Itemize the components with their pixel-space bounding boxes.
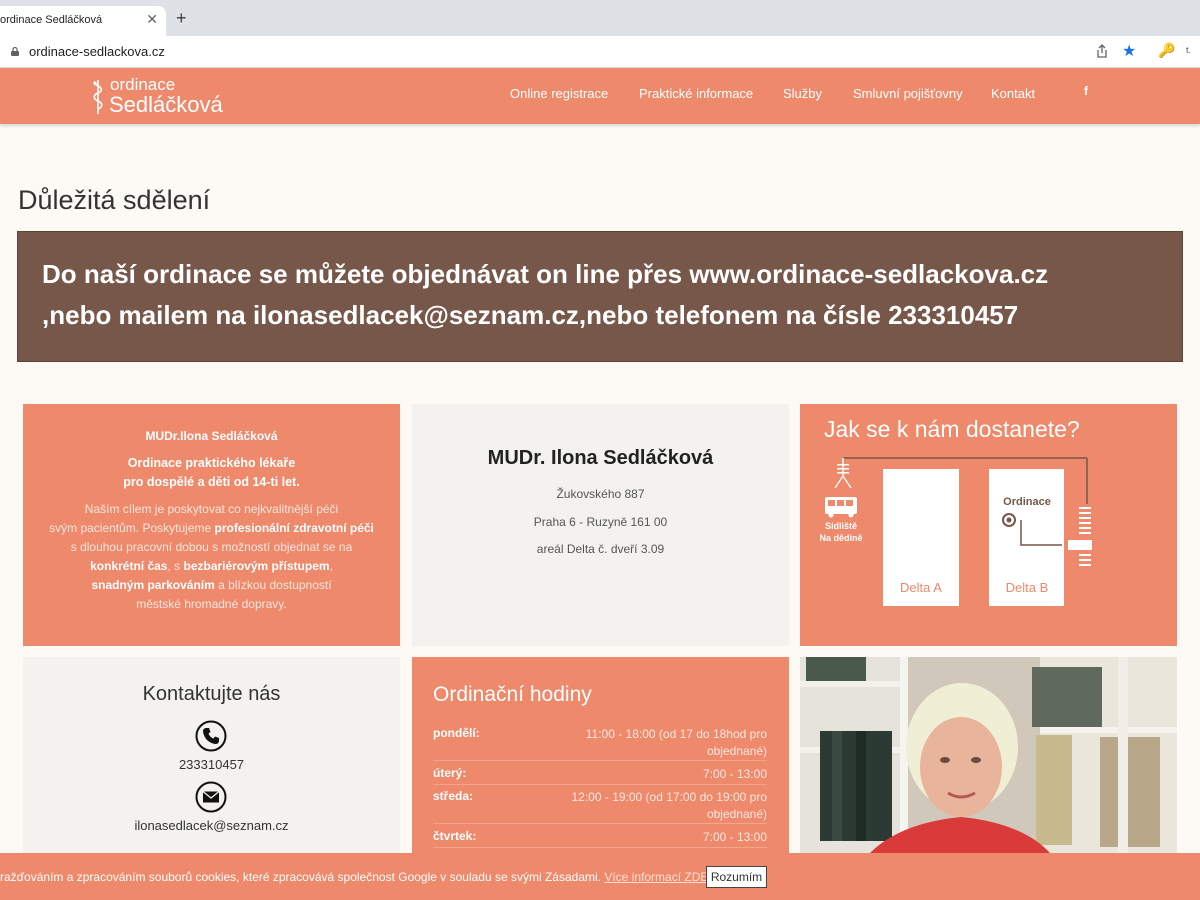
opening-hours-title: Ordinační hodiny	[433, 683, 592, 706]
facebook-icon[interactable]: f	[1084, 84, 1088, 98]
cookie-text: ražďováním a zpracováním souborů cookies…	[0, 870, 712, 884]
bookmark-star-icon[interactable]: ★	[1122, 41, 1136, 61]
nav-online-registrace[interactable]: Online registrace	[510, 86, 608, 101]
building-delta-a-label: Delta A	[900, 580, 942, 595]
address-name: MUDr. Ilona Sedláčková	[487, 447, 714, 469]
hours-row: úterý: 7:00 - 13:00	[433, 766, 767, 785]
nav-sluzby[interactable]: Služby	[783, 86, 822, 101]
nav-kontakt[interactable]: Kontakt	[991, 86, 1035, 101]
doctor-photo	[800, 657, 1177, 853]
bus-stop-label-1: Sídliště	[825, 521, 857, 531]
address-panel: MUDr. Ilona Sedláčková Žukovského 887 Pr…	[412, 404, 789, 646]
notice-banner: Do naší ordinace se můžete objednávat on…	[17, 231, 1183, 362]
bus-stop-label-2: Na dědině	[819, 533, 862, 543]
close-icon[interactable]: ✕	[146, 11, 158, 28]
opening-hours-panel: Ordinační hodiny pondělí: 11:00 - 18:00 …	[412, 657, 789, 853]
hours-row: pondělí: 11:00 - 18:00 (od 17 do 18hod p…	[433, 726, 767, 761]
new-tab-button[interactable]: +	[176, 9, 187, 27]
about-text: Naším cílem je poskytovat co nejkvalitně…	[49, 502, 374, 611]
cookie-more-info-link[interactable]: Více informací ZDE.	[604, 870, 711, 884]
address-street: Žukovského 887	[556, 487, 645, 501]
directions-panel: Sídliště Na dědině Delta A Ordinace Delt…	[800, 404, 1177, 646]
bus-icon	[825, 497, 857, 518]
cookie-accept-button[interactable]: Rozumím	[706, 866, 767, 888]
contact-title: Kontaktujte nás	[142, 683, 281, 705]
browser-tab-bar: ordinace Sedláčková ✕ +	[0, 0, 1200, 36]
phone-icon	[195, 720, 227, 752]
contact-panel: Kontaktujte nás 233310457 ilonasedlacek@…	[23, 657, 400, 853]
logo-text-big[interactable]: Sedláčková	[109, 92, 223, 118]
hours-row: čtvrtek: 7:00 - 13:00	[433, 829, 767, 848]
nav-smluvni-pojistovny[interactable]: Smluvní pojišťovny	[853, 86, 963, 101]
address-bar[interactable]: ordinace-sedlackova.cz ★ 🔑 t.	[0, 36, 1200, 68]
building-delta-b-label: Delta B	[1006, 580, 1049, 595]
address-area: areál Delta č. dveří 3.09	[536, 542, 665, 556]
notice-text: Do naší ordinace se můžete objednávat on…	[42, 259, 1049, 330]
tab-title: ordinace Sedláčková	[0, 14, 103, 26]
hours-row: středa: 12:00 - 19:00 (od 17:00 do 19:00…	[433, 789, 767, 824]
mail-icon	[195, 781, 227, 813]
about-panel: MUDr.Ilona Sedláčková Ordinace praktické…	[23, 404, 400, 646]
lock-icon	[11, 47, 19, 56]
contact-email[interactable]: ilonasedlacek@seznam.cz	[23, 818, 400, 833]
photo-illustration	[800, 657, 1177, 853]
stairs-icon	[1068, 507, 1092, 566]
address-city: Praha 6 - Ruzyně 161 00	[533, 515, 668, 529]
browser-tab[interactable]: ordinace Sedláčková ✕	[0, 6, 166, 36]
doctor-name: MUDr.Ilona Sedláčková	[145, 429, 278, 443]
page-title: Důležitá sdělení	[18, 185, 211, 215]
url-text[interactable]: ordinace-sedlackova.cz	[29, 44, 165, 59]
directions-title: Jak se k nám dostanete?	[824, 416, 1080, 442]
contact-phone[interactable]: 233310457	[23, 757, 400, 772]
extension-key-icon[interactable]: 🔑	[1158, 42, 1175, 59]
caduceus-icon	[93, 80, 103, 114]
extension-icon[interactable]: t.	[1186, 45, 1191, 55]
ordinace-label: Ordinace	[1003, 496, 1051, 508]
nav-prakticke-informace[interactable]: Praktické informace	[639, 86, 753, 101]
site-header: ordinace Sedláčková Online registrace Pr…	[0, 68, 1200, 124]
share-icon[interactable]	[1096, 44, 1108, 58]
cookie-bar: ražďováním a zpracováním souborů cookies…	[0, 853, 1200, 900]
practice-description: Ordinace praktického lékaře pro dospělé …	[123, 456, 300, 489]
